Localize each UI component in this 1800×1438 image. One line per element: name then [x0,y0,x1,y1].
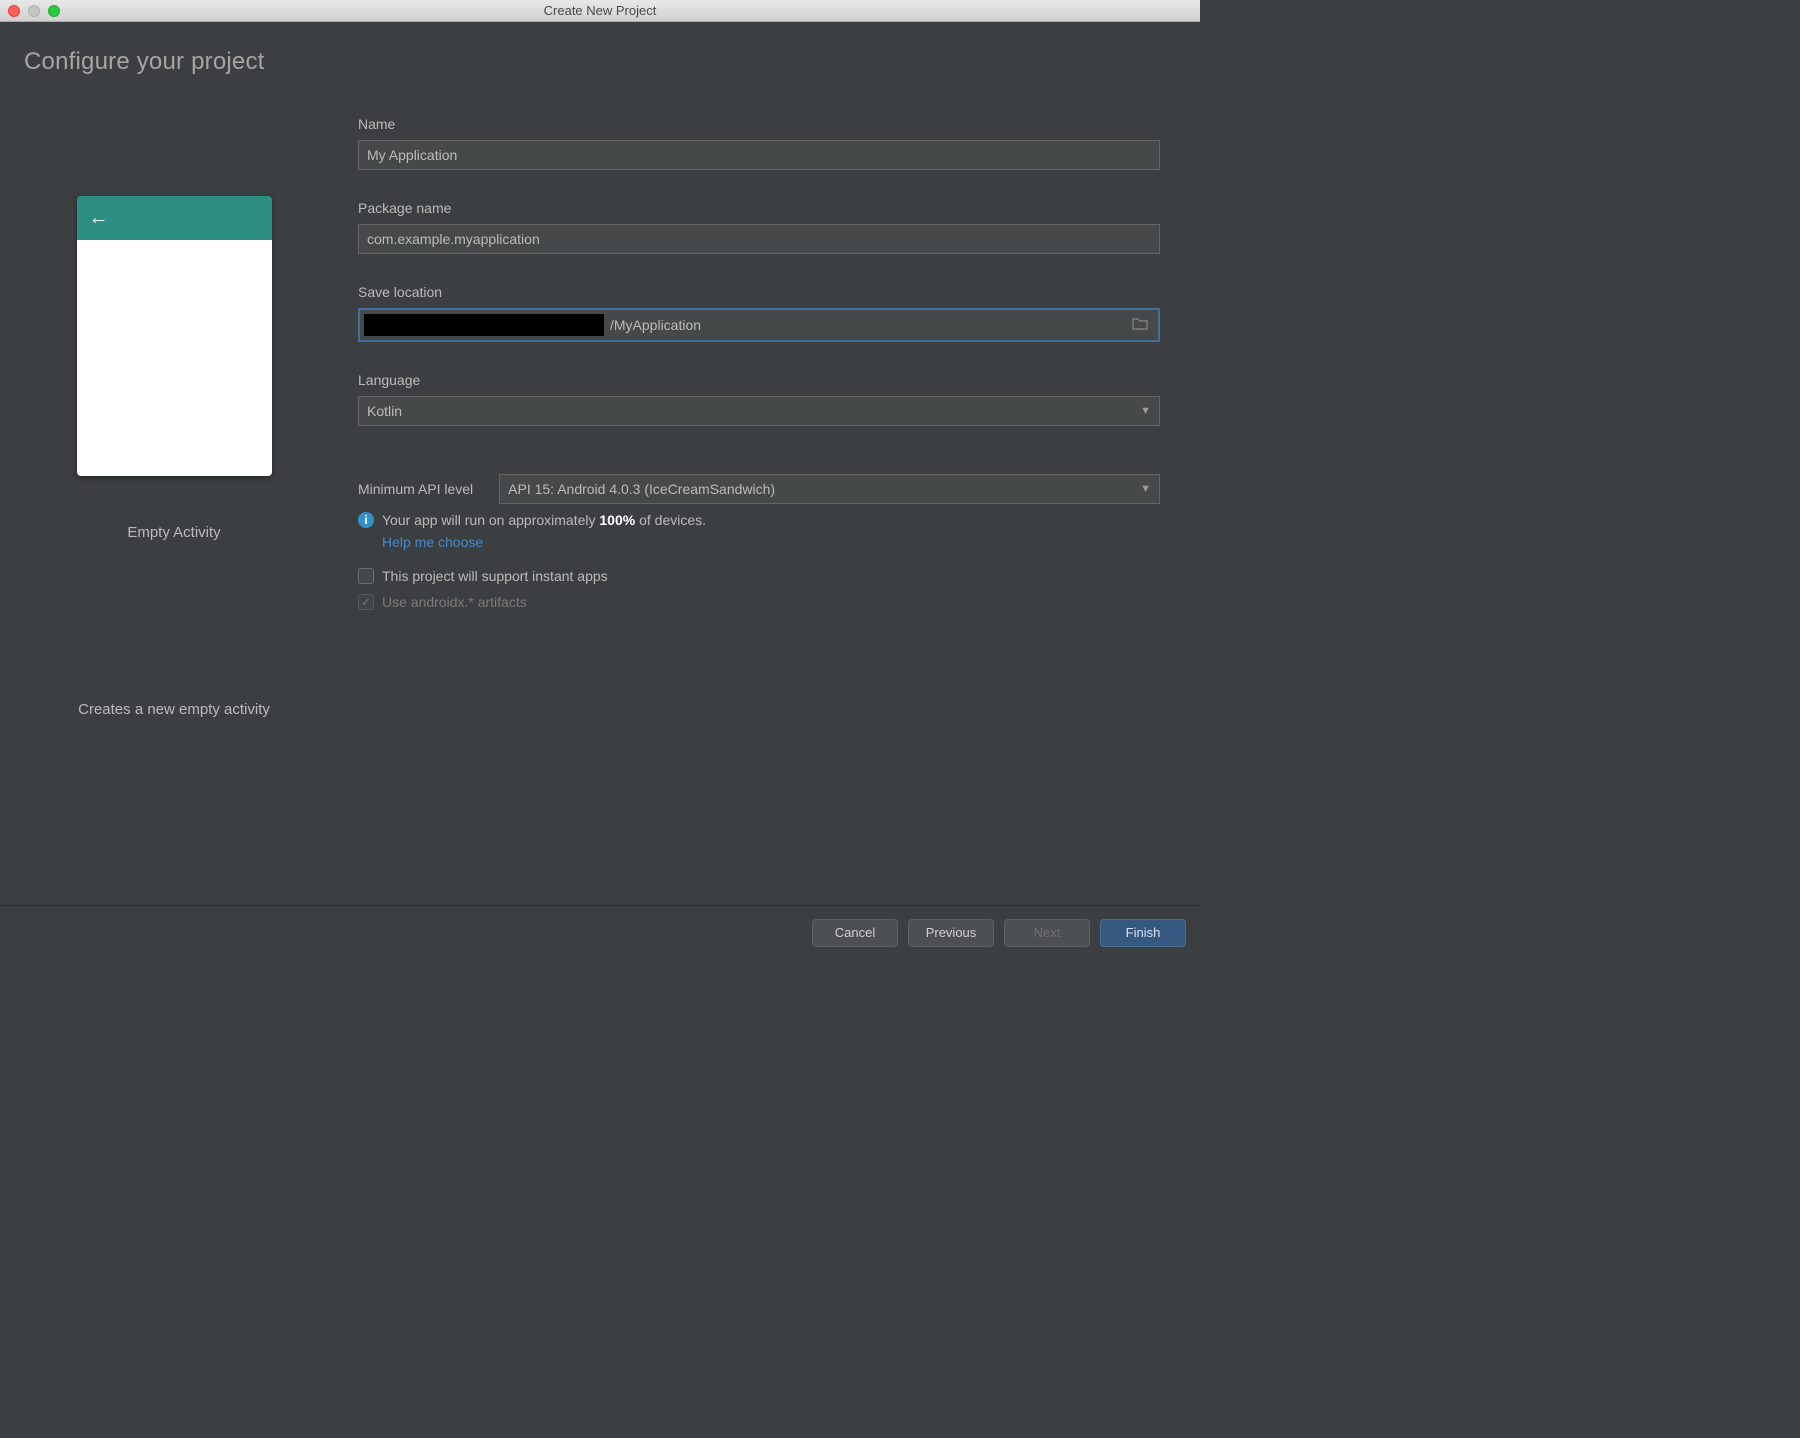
chevron-down-icon: ▼ [1140,483,1151,495]
window-title: Create New Project [0,3,1200,18]
previous-button[interactable]: Previous [908,919,994,947]
save-location-input[interactable]: /MyApplication [358,308,1160,342]
template-description: Creates a new empty activity [78,701,270,718]
browse-folder-icon[interactable] [1132,317,1152,333]
language-field-group: Language Kotlin ▼ [358,372,1160,426]
androidx-label: Use androidx.* artifacts [382,594,527,610]
save-location-label: Save location [358,284,1160,300]
chevron-down-icon: ▼ [1140,405,1151,417]
package-input[interactable] [358,224,1160,254]
instant-apps-label: This project will support instant apps [382,568,608,584]
api-level-value: API 15: Android 4.0.3 (IceCreamSandwich) [508,481,775,497]
save-location-field-group: Save location /MyApplication [358,284,1160,342]
name-field-group: Name [358,116,1160,170]
save-location-suffix: /MyApplication [608,317,1132,333]
help-me-choose-link[interactable]: Help me choose [382,534,483,550]
titlebar: Create New Project [0,0,1200,22]
next-button: Next [1004,919,1090,947]
name-input[interactable] [358,140,1160,170]
info-icon: i [358,512,374,528]
finish-button[interactable]: Finish [1100,919,1186,947]
package-field-group: Package name [358,200,1160,254]
language-label: Language [358,372,1160,388]
cancel-button[interactable]: Cancel [812,919,898,947]
redacted-path-segment [364,314,604,336]
androidx-checkbox: ✓ [358,594,374,610]
api-level-select[interactable]: API 15: Android 4.0.3 (IceCreamSandwich)… [499,474,1160,504]
language-value: Kotlin [367,403,402,419]
back-arrow-icon: ← [89,208,109,228]
api-section: Minimum API level API 15: Android 4.0.3 … [358,456,1160,610]
name-label: Name [358,116,1160,132]
template-preview: ← [77,196,272,476]
package-label: Package name [358,200,1160,216]
page-title: Configure your project [24,48,1176,76]
api-coverage-text: Your app will run on approximately 100% … [382,512,706,528]
language-select[interactable]: Kotlin ▼ [358,396,1160,426]
api-label: Minimum API level [358,481,473,497]
dialog-footer: Cancel Previous Next Finish [0,905,1200,959]
template-name: Empty Activity [127,524,220,541]
instant-apps-checkbox[interactable] [358,568,374,584]
